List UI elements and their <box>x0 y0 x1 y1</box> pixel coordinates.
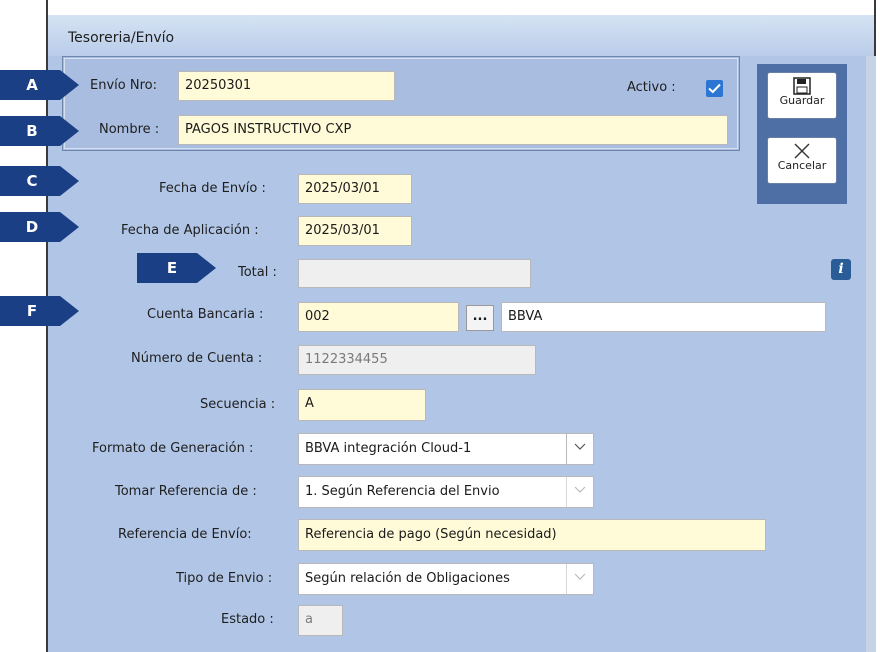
callout-c-marker <box>0 166 79 196</box>
callout-f-marker <box>0 296 79 326</box>
callout-layer: A B C D E F <box>0 70 216 326</box>
callout-d-marker <box>0 212 79 242</box>
callout-e: E <box>167 259 177 277</box>
callout-b: B <box>26 122 37 140</box>
callout-d: D <box>26 218 38 236</box>
callout-f: F <box>27 302 37 320</box>
callout-a-marker <box>0 70 79 100</box>
callout-c: C <box>26 172 37 190</box>
callout-a: A <box>26 76 38 94</box>
callout-b-marker <box>0 116 79 146</box>
